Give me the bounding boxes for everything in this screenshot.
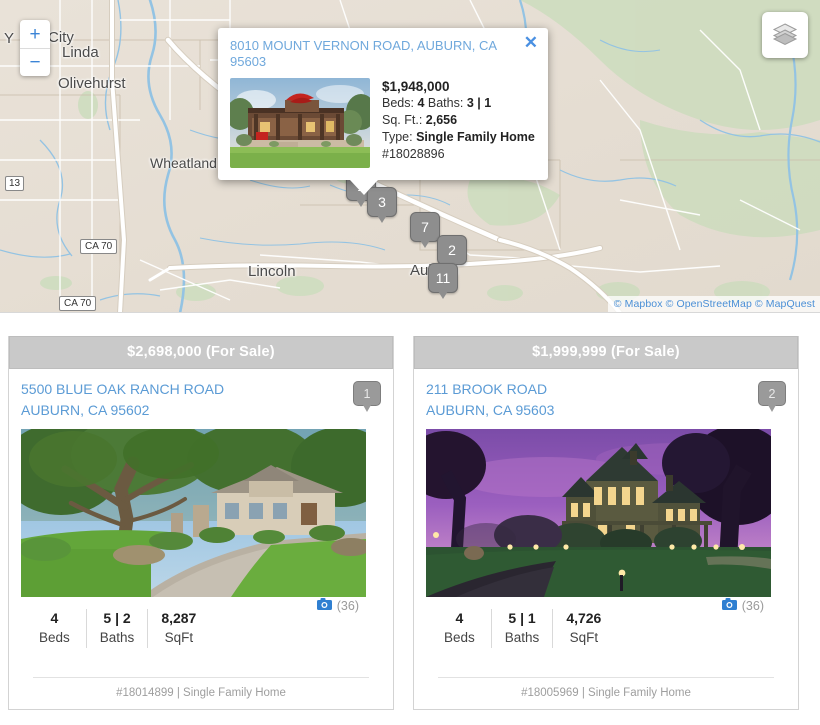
popup-beds-baths: Beds: 4 Baths: 3 | 1 xyxy=(382,95,535,112)
popup-title[interactable]: 8010 MOUNT VERNON ROAD, AUBURN, CA 95603 xyxy=(230,38,536,69)
popup-sqft-value: 2,656 xyxy=(425,113,458,128)
popup-type-value: Single Family Home xyxy=(416,130,535,145)
listing-stats: 4 Beds 5 | 1 Baths 4,726 SqFt (36) xyxy=(426,597,786,648)
listing-photo-count[interactable]: (36) xyxy=(721,598,764,613)
popup-type-label: Type: xyxy=(382,130,413,145)
map-label-linda: Linda xyxy=(62,44,99,61)
listing-map-badge[interactable]: 2 xyxy=(758,381,786,406)
popup-beds-label: Beds: xyxy=(382,96,414,111)
map-label-olivehurst: Olivehurst xyxy=(58,75,126,92)
popup-type: Type: Single Family Home xyxy=(382,129,535,146)
stat-sqft-label: SqFt xyxy=(569,630,599,645)
photo-count-label: (36) xyxy=(741,598,764,613)
stat-beds: 4 Beds xyxy=(444,609,491,648)
marker-count: 11 xyxy=(435,270,451,286)
camera-icon xyxy=(316,598,332,613)
map-popup[interactable]: ✕ 8010 MOUNT VERNON ROAD, AUBURN, CA 956… xyxy=(218,28,548,196)
stat-baths: 5 | 2 Baths xyxy=(85,609,148,648)
layers-icon xyxy=(772,20,798,51)
map-container[interactable]: Y City Linda Olivehurst Wheatland Lincol… xyxy=(0,0,820,313)
stat-baths-label: Baths xyxy=(99,630,135,645)
popup-baths-label: Baths: xyxy=(427,96,464,111)
listing-address-line2: AUBURN, CA 95603 xyxy=(426,401,555,418)
popup-details: $1,948,000 Beds: 4 Baths: 3 | 1 Sq. Ft.:… xyxy=(382,78,535,168)
popup-baths-value: 3 | 1 xyxy=(466,96,492,111)
map-zoom-control[interactable]: + − xyxy=(20,20,50,76)
camera-icon xyxy=(721,598,737,613)
stat-sqft-label: SqFt xyxy=(164,630,194,645)
stat-sqft-value: 4,726 xyxy=(566,610,602,626)
stat-baths-value: 5 | 2 xyxy=(103,610,131,626)
listing-address-line1: 211 BROOK ROAD xyxy=(426,381,548,397)
shield-ca70-south: CA 70 xyxy=(59,296,97,311)
listing-address[interactable]: 5500 BLUE OAK RANCH ROAD AUBURN, CA 9560… xyxy=(21,379,381,420)
stat-baths: 5 | 1 Baths xyxy=(490,609,553,648)
listing-address[interactable]: 211 BROOK ROAD AUBURN, CA 95603 xyxy=(426,379,786,420)
popup-mls: #18028896 xyxy=(382,147,445,162)
stat-sqft: 4,726 SqFt xyxy=(552,609,614,648)
popup-sqft: Sq. Ft.: 2,656 xyxy=(382,112,535,129)
popup-property-photo[interactable] xyxy=(230,78,370,169)
stat-beds-label: Beds xyxy=(444,630,475,645)
marker-count: 3 xyxy=(378,194,386,210)
stat-sqft: 8,287 SqFt xyxy=(147,609,209,648)
listing-photo-count[interactable]: (36) xyxy=(316,598,359,613)
listing-footer: #18005969 | Single Family Home xyxy=(438,677,774,709)
marker-count: 2 xyxy=(448,242,456,258)
listing-price-header: $1,999,999 (For Sale) xyxy=(414,336,798,369)
listing-card[interactable]: $1,999,999 (For Sale) 2 211 BROOK ROAD A… xyxy=(413,336,799,710)
listing-cards: $2,698,000 (For Sale) 1 5500 BLUE OAK RA… xyxy=(0,313,820,710)
map-attribution[interactable]: © Mapbox © OpenStreetMap © MapQuest xyxy=(607,296,820,312)
map-marker-cluster-11[interactable]: 11 xyxy=(428,263,458,293)
listing-address-line1: 5500 BLUE OAK RANCH ROAD xyxy=(21,381,225,397)
map-label-wheatland: Wheatland xyxy=(150,155,217,171)
stat-beds-label: Beds xyxy=(39,630,70,645)
photo-count-label: (36) xyxy=(336,598,359,613)
listing-card[interactable]: $2,698,000 (For Sale) 1 5500 BLUE OAK RA… xyxy=(8,336,394,710)
map-marker-cluster-7[interactable]: 7 xyxy=(410,212,440,242)
listing-photo[interactable] xyxy=(426,429,771,597)
stat-beds: 4 Beds xyxy=(39,609,86,648)
map-label-lincoln: Lincoln xyxy=(248,263,296,280)
popup-beds-value: 4 xyxy=(417,96,425,111)
listing-footer: #18014899 | Single Family Home xyxy=(33,677,369,709)
stat-beds-value: 4 xyxy=(455,610,464,626)
listing-stats: 4 Beds 5 | 2 Baths 8,287 SqFt (36) xyxy=(21,597,381,648)
map-layers-button[interactable] xyxy=(762,12,808,58)
zoom-in-button[interactable]: + xyxy=(20,20,50,48)
map-label-y: Y xyxy=(4,30,15,47)
popup-sqft-label: Sq. Ft.: xyxy=(382,113,423,128)
map-marker-cluster-2[interactable]: 2 xyxy=(437,235,467,265)
listing-map-badge[interactable]: 1 xyxy=(353,381,381,406)
stat-beds-value: 4 xyxy=(50,610,59,626)
listing-address-line2: AUBURN, CA 95602 xyxy=(21,401,150,418)
stat-baths-label: Baths xyxy=(504,630,540,645)
stat-baths-value: 5 | 1 xyxy=(508,610,536,626)
zoom-out-button[interactable]: − xyxy=(20,48,50,76)
popup-price: $1,948,000 xyxy=(382,79,450,95)
listing-photo[interactable] xyxy=(21,429,366,597)
listing-price-header: $2,698,000 (For Sale) xyxy=(9,336,393,369)
marker-count: 7 xyxy=(421,219,429,235)
shield-13: 13 xyxy=(5,176,25,191)
stat-sqft-value: 8,287 xyxy=(161,610,197,626)
popup-close-icon[interactable]: ✕ xyxy=(524,34,538,51)
shield-ca70-north: CA 70 xyxy=(80,239,118,254)
